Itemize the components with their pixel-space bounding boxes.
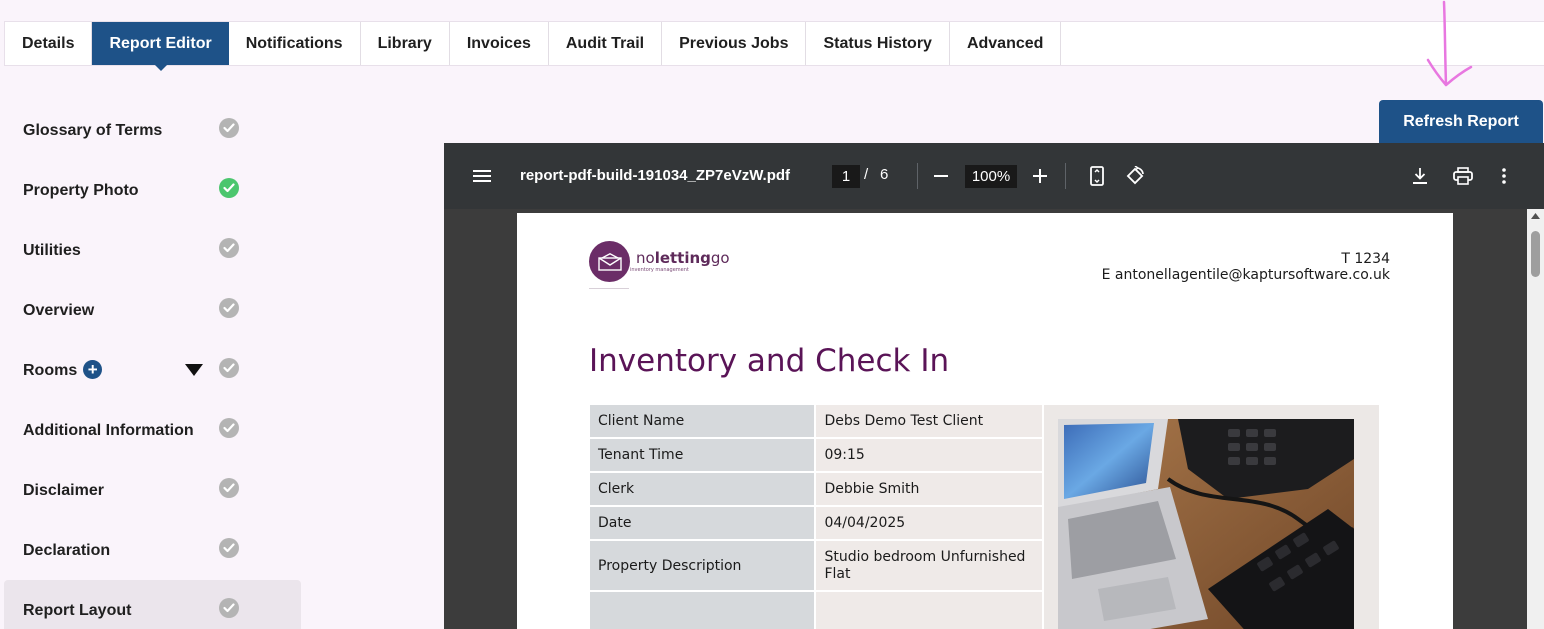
report-title: Inventory and Check In bbox=[589, 343, 950, 379]
print-icon[interactable] bbox=[1451, 165, 1475, 187]
row-key: Clerk bbox=[590, 472, 817, 507]
sidebar-item-label: Disclaimer bbox=[23, 482, 104, 499]
page-separator: / bbox=[864, 166, 869, 183]
tab-status-history[interactable]: Status History bbox=[806, 22, 950, 65]
tab-bar: Details Report Editor Notifications Libr… bbox=[4, 21, 1544, 71]
tab-library[interactable]: Library bbox=[361, 22, 450, 65]
logo-underline bbox=[589, 288, 629, 289]
tab-invoices[interactable]: Invoices bbox=[450, 22, 549, 65]
sidebar-item-label: Glossary of Terms bbox=[23, 122, 163, 139]
pdf-toolbar: report-pdf-build-191034_ZP7eVzW.pdf 1 / … bbox=[444, 143, 1544, 209]
annotation-arrow-icon bbox=[1426, 0, 1473, 87]
pdf-scrollbar[interactable] bbox=[1527, 209, 1544, 629]
sidebar-item-property-photo[interactable]: Property Photo bbox=[4, 160, 301, 220]
logo-prefix: no bbox=[636, 248, 655, 267]
sidebar-item-additional-information[interactable]: Additional Information bbox=[4, 400, 301, 460]
table-row: Client Name Debs Demo Test Client bbox=[590, 405, 1044, 439]
tab-audit-trail[interactable]: Audit Trail bbox=[549, 22, 663, 65]
row-key: Property Description bbox=[590, 540, 817, 592]
sidebar-item-overview[interactable]: Overview bbox=[4, 280, 301, 340]
sidebar-item-rooms[interactable]: Rooms + bbox=[4, 340, 301, 400]
scroll-up-icon[interactable] bbox=[1531, 213, 1540, 219]
row-key: Date bbox=[590, 506, 817, 541]
toolbar-divider bbox=[917, 163, 918, 189]
check-icon bbox=[219, 478, 239, 498]
more-options-icon[interactable] bbox=[1496, 165, 1512, 187]
tab-details[interactable]: Details bbox=[5, 22, 93, 65]
logo-suffix: go bbox=[710, 248, 730, 267]
table-row: Property Description Studio bedroom Unfu… bbox=[590, 540, 1044, 592]
sidebar-item-label: Rooms bbox=[23, 362, 78, 379]
envelope-logo-icon bbox=[589, 241, 630, 282]
check-complete-icon bbox=[219, 178, 239, 198]
contact-email: E antonellagentile@kaptursoftware.co.uk bbox=[1101, 267, 1390, 283]
contact-phone: T 1234 bbox=[1341, 251, 1390, 267]
page-number-input[interactable]: 1 bbox=[832, 165, 860, 188]
tab-notifications[interactable]: Notifications bbox=[229, 22, 361, 65]
sidebar-item-label: Utilities bbox=[23, 242, 81, 259]
sidebar-item-label: Overview bbox=[23, 302, 95, 319]
menu-icon[interactable] bbox=[472, 165, 492, 187]
table-row: Date 04/04/2025 bbox=[590, 506, 1044, 541]
row-value: 09:15 bbox=[815, 438, 1044, 473]
check-icon bbox=[219, 358, 239, 378]
property-info-section: Client Name Debs Demo Test Client Tenant… bbox=[590, 405, 1379, 629]
sidebar-item-label: Report Layout bbox=[23, 602, 132, 619]
contact-block: T 1234 E antonellagentile@kaptursoftware… bbox=[1102, 251, 1390, 283]
row-key: Tenant Time bbox=[590, 438, 817, 473]
download-icon[interactable] bbox=[1409, 165, 1431, 187]
scrollbar-thumb[interactable] bbox=[1531, 231, 1540, 277]
pdf-page: nolettinggo inventory management T 1234 … bbox=[517, 213, 1453, 629]
table-row bbox=[590, 591, 1044, 629]
zoom-level-input[interactable]: 100% bbox=[965, 165, 1017, 188]
rotate-icon[interactable] bbox=[1124, 165, 1146, 187]
sidebar-item-disclaimer[interactable]: Disclaimer bbox=[4, 460, 301, 520]
row-key: Client Name bbox=[590, 405, 817, 439]
check-icon bbox=[219, 298, 239, 318]
check-icon bbox=[219, 418, 239, 438]
sidebar-item-label: Property Photo bbox=[23, 182, 139, 199]
tab-previous-jobs[interactable]: Previous Jobs bbox=[662, 22, 807, 65]
check-icon bbox=[219, 118, 239, 138]
check-icon bbox=[219, 238, 239, 258]
company-logo: nolettinggo inventory management bbox=[589, 241, 730, 282]
add-room-plus-icon[interactable]: + bbox=[83, 359, 103, 379]
check-icon bbox=[219, 598, 239, 618]
sidebar-item-declaration[interactable]: Declaration bbox=[4, 520, 301, 580]
report-sections-sidebar: Glossary of Terms Property Photo Utiliti… bbox=[4, 100, 301, 629]
fit-to-page-icon[interactable] bbox=[1087, 165, 1107, 187]
zoom-in-icon[interactable] bbox=[1031, 165, 1049, 187]
toolbar-divider bbox=[1065, 163, 1066, 189]
logo-bold: letting bbox=[654, 248, 711, 267]
row-value: Debs Demo Test Client bbox=[815, 405, 1044, 439]
property-photo bbox=[1058, 419, 1354, 629]
row-value bbox=[815, 591, 1044, 629]
logo-tagline: inventory management bbox=[630, 266, 689, 273]
sidebar-item-label: Additional Information bbox=[23, 422, 194, 439]
tab-advanced[interactable]: Advanced bbox=[950, 22, 1062, 65]
page-total: 6 bbox=[880, 166, 889, 183]
row-value: Debbie Smith bbox=[815, 472, 1044, 507]
sidebar-item-report-layout[interactable]: Report Layout bbox=[4, 580, 301, 629]
tab-report-editor[interactable]: Report Editor bbox=[92, 22, 229, 71]
check-icon bbox=[219, 538, 239, 558]
sidebar-item-label: Declaration bbox=[23, 542, 111, 559]
refresh-report-button[interactable]: Refresh Report bbox=[1379, 100, 1543, 143]
expand-caret-down-icon[interactable] bbox=[185, 364, 203, 376]
row-key bbox=[590, 591, 817, 629]
row-value: Studio bedroom Unfurnished Flat bbox=[815, 540, 1044, 592]
property-details-table: Client Name Debs Demo Test Client Tenant… bbox=[590, 405, 1044, 629]
pdf-viewer: report-pdf-build-191034_ZP7eVzW.pdf 1 / … bbox=[444, 143, 1544, 629]
table-row: Tenant Time 09:15 bbox=[590, 438, 1044, 473]
table-row: Clerk Debbie Smith bbox=[590, 472, 1044, 507]
sidebar-item-utilities[interactable]: Utilities bbox=[4, 220, 301, 280]
sidebar-item-glossary-of-terms[interactable]: Glossary of Terms bbox=[4, 100, 301, 160]
pdf-filename: report-pdf-build-191034_ZP7eVzW.pdf bbox=[520, 167, 791, 184]
row-value: 04/04/2025 bbox=[815, 506, 1044, 541]
zoom-out-icon[interactable] bbox=[932, 165, 950, 187]
